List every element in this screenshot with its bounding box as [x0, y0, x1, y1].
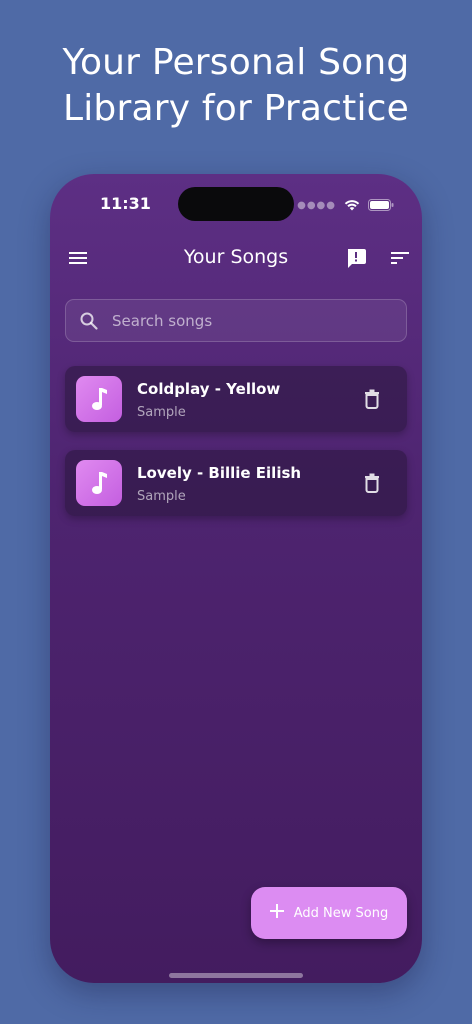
- status-time: 11:31: [100, 194, 151, 213]
- search-input[interactable]: [112, 300, 392, 341]
- song-title: Coldplay - Yellow: [137, 380, 281, 398]
- headline-line-1: Your Personal Song: [62, 42, 410, 83]
- song-item[interactable]: Lovely - Billie Eilish Sample: [65, 450, 407, 516]
- headline: Your Personal Song Library for Practice: [0, 40, 472, 132]
- search-icon: [79, 311, 99, 335]
- song-subtitle: Sample: [137, 405, 186, 420]
- battery-icon: [368, 196, 394, 215]
- song-title: Lovely - Billie Eilish: [137, 464, 302, 482]
- search-bar: [65, 299, 407, 342]
- signal-icon: ●●●●: [297, 200, 336, 211]
- app-bar: Your Songs: [50, 236, 422, 280]
- delete-icon[interactable]: [361, 388, 383, 410]
- headline-line-2: Library for Practice: [62, 88, 410, 129]
- plus-icon: [269, 904, 284, 922]
- feedback-icon[interactable]: [344, 246, 368, 270]
- song-subtitle: Sample: [137, 489, 186, 504]
- add-new-song-label: Add New Song: [293, 905, 389, 921]
- song-item[interactable]: Coldplay - Yellow Sample: [65, 366, 407, 432]
- status-bar: 11:31 ●●●●: [50, 174, 422, 230]
- music-note-icon: [76, 460, 122, 506]
- phone-screen: 11:31 ●●●● Your Songs Search songs Coldp…: [50, 174, 422, 983]
- add-new-song-button[interactable]: Add New Song: [251, 887, 407, 939]
- delete-icon[interactable]: [361, 472, 383, 494]
- wifi-icon: [344, 196, 360, 215]
- home-indicator: [169, 973, 303, 978]
- music-note-icon: [76, 376, 122, 422]
- sort-icon[interactable]: [388, 246, 412, 270]
- status-icons: ●●●●: [297, 196, 394, 215]
- dynamic-island: [178, 187, 294, 221]
